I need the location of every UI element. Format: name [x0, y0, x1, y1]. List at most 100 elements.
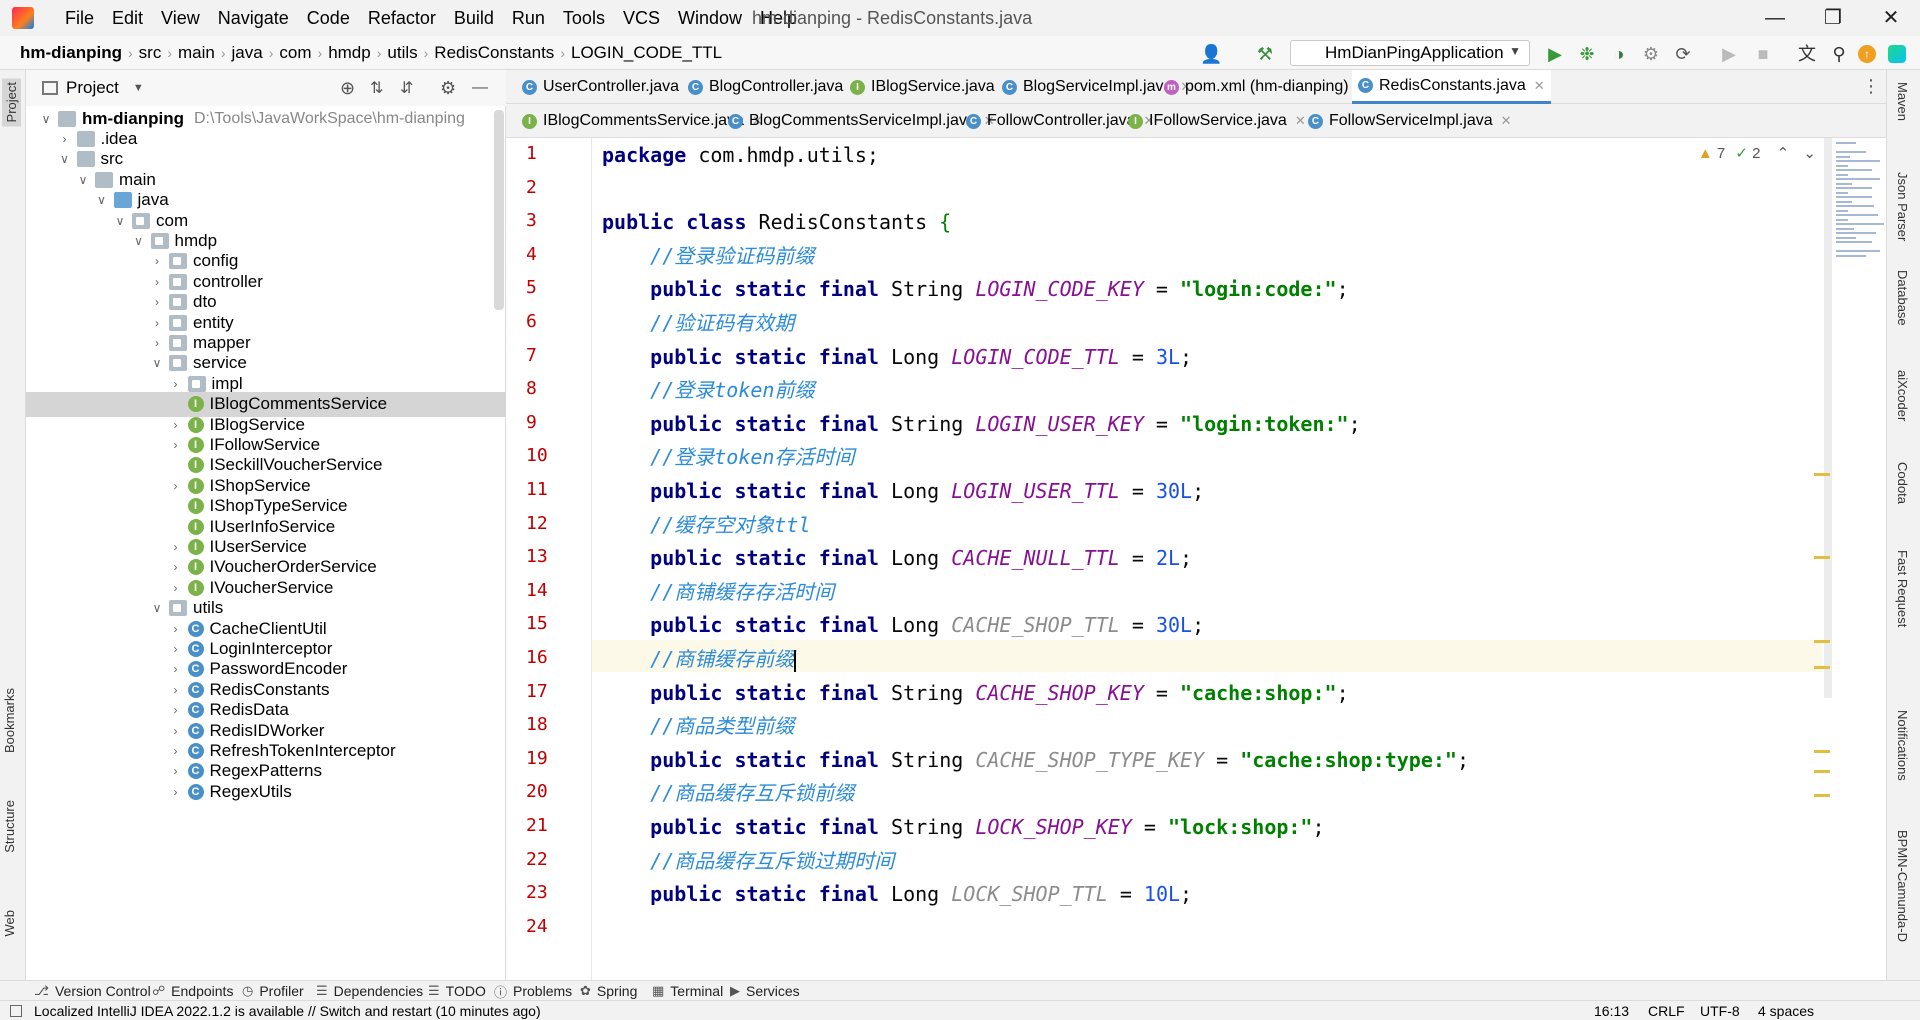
code-line[interactable]: public static final String CACHE_SHOP_TY… [602, 745, 1469, 775]
resume-icon[interactable]: ▶ [1718, 43, 1740, 65]
code-line[interactable]: //登录验证码前缀 [602, 241, 814, 271]
code-line[interactable]: public static final Long CACHE_NULL_TTL … [602, 543, 1192, 573]
warning-stripe-mark[interactable] [1814, 666, 1830, 669]
tool-window-dependencies[interactable]: ☰ Dependencies [316, 981, 423, 1001]
warning-stripe-mark[interactable] [1814, 794, 1830, 797]
code-minimap[interactable] [1834, 138, 1886, 298]
code-line[interactable]: //验证码有效期 [602, 308, 794, 338]
chevron-down-icon[interactable]: ∨ [149, 601, 165, 615]
menu-file[interactable]: File [56, 8, 103, 29]
chevron-right-icon[interactable]: › [168, 560, 184, 574]
code-line[interactable]: public static final String LOCK_SHOP_KEY… [602, 812, 1324, 842]
code-line[interactable]: //登录token存活时间 [602, 442, 854, 472]
code-line[interactable]: public static final Long CACHE_SHOP_TTL … [602, 610, 1204, 640]
run-configuration-select[interactable]: HmDianPingApplication ▼ [1290, 40, 1530, 66]
build-hammer-icon[interactable]: ⚒ [1254, 43, 1276, 65]
bookmarks-tool-button[interactable]: Bookmarks [2, 688, 17, 753]
menu-run[interactable]: Run [503, 8, 554, 29]
breadcrumb-item[interactable]: src [133, 43, 168, 63]
code-line[interactable]: public static final Long LOGIN_USER_TTL … [602, 476, 1204, 506]
menu-refactor[interactable]: Refactor [359, 8, 445, 29]
code-line[interactable]: //商铺缓存前缀 [602, 644, 797, 674]
codota-tool-button[interactable]: Codota [1895, 462, 1910, 504]
run-icon[interactable]: ▶ [1544, 43, 1566, 65]
web-tool-button[interactable]: Web [2, 910, 17, 937]
fast-request-tool-button[interactable]: Fast Request [1895, 550, 1910, 627]
warning-stripe-mark[interactable] [1814, 770, 1830, 773]
tab-options-icon[interactable]: ⋮ [1862, 76, 1880, 97]
structure-tool-button[interactable]: Structure [2, 800, 17, 853]
chevron-right-icon[interactable]: › [168, 581, 184, 595]
chevron-up-icon[interactable]: ⌃ [1777, 145, 1790, 162]
chevron-right-icon[interactable]: › [168, 479, 184, 493]
code-line[interactable]: //商铺缓存存活时间 [602, 577, 834, 607]
hide-panel-icon[interactable]: — [472, 79, 488, 97]
warning-stripe-mark[interactable] [1814, 750, 1830, 753]
editor-tab[interactable]: C BlogCommentsServiceImpl.java ✕ [722, 104, 1001, 138]
tool-window-services[interactable]: ▶ Services [730, 981, 800, 1001]
more-run-icon[interactable]: ⟳ [1672, 43, 1694, 65]
tool-window-version-control[interactable]: ⎇ Version Control [34, 981, 151, 1001]
chevron-down-icon[interactable]: ∨ [38, 112, 54, 126]
tool-window-profiler[interactable]: ◷ Profiler [242, 981, 304, 1001]
close-icon[interactable]: ✕ [1501, 113, 1512, 129]
coverage-icon[interactable]: ◑ [1608, 43, 1630, 65]
tool-window-terminal[interactable]: ▦ Terminal [652, 981, 723, 1001]
editor-tab[interactable]: IIBlogService.java✕ [844, 70, 1020, 104]
code-line[interactable]: //商品缓存互斥锁前缀 [602, 778, 854, 808]
inspection-widget[interactable]: ▲ 7 ✓ 2 ⌃ ⌄ [1698, 144, 1816, 162]
status-message[interactable]: Localized IntelliJ IDEA 2022.1.2 is avai… [34, 1001, 541, 1020]
code-line[interactable]: public static final Long LOCK_SHOP_TTL =… [602, 879, 1192, 909]
notifications-tool-button[interactable]: Notifications [1895, 710, 1910, 781]
menu-code[interactable]: Code [298, 8, 359, 29]
chevron-right-icon[interactable]: › [149, 295, 165, 309]
collapse-all-icon[interactable]: ⇵ [400, 78, 413, 98]
menu-window[interactable]: Window [669, 8, 751, 29]
chevron-down-icon[interactable]: ∨ [75, 173, 91, 187]
breadcrumb-item[interactable]: hm-dianping [14, 43, 128, 63]
breadcrumb-item[interactable]: hmdp [322, 43, 377, 63]
editor-tab[interactable]: C RedisConstants.java ✕ [1352, 70, 1551, 104]
breadcrumb-item[interactable]: RedisConstants [428, 43, 560, 63]
warning-stripe-mark[interactable] [1814, 640, 1830, 643]
breadcrumb-item[interactable]: java [226, 43, 269, 63]
file-encoding[interactable]: UTF-8 [1700, 1001, 1740, 1020]
aixcoder-tool-button[interactable]: aiXcoder [1895, 370, 1910, 421]
project-panel-title[interactable]: Project [66, 78, 119, 98]
translate-icon[interactable]: 文 [1796, 43, 1818, 65]
editor-tab[interactable]: CBlogController.java✕ [682, 70, 868, 104]
chevron-down-icon[interactable]: ∨ [149, 356, 165, 370]
menu-build[interactable]: Build [445, 8, 503, 29]
json-parser-tool-button[interactable]: Json Parser [1895, 172, 1910, 241]
menu-view[interactable]: View [152, 8, 209, 29]
chevron-right-icon[interactable]: › [149, 316, 165, 330]
chevron-right-icon[interactable]: › [168, 438, 184, 452]
locate-icon[interactable]: ⊕ [340, 78, 355, 99]
tool-window-spring[interactable]: ✿ Spring [580, 981, 637, 1001]
profile-icon[interactable]: ⚙ [1640, 43, 1662, 65]
editor-tab[interactable]: CUserController.java✕ [516, 70, 704, 104]
chevron-right-icon[interactable]: › [57, 132, 73, 146]
expand-all-icon[interactable]: ⇅ [370, 78, 383, 98]
stop-icon[interactable]: ■ [1752, 43, 1774, 65]
chevron-right-icon[interactable]: › [168, 785, 184, 799]
maven-tool-button[interactable]: Maven [1895, 82, 1910, 121]
bpmn-camunda-tool-button[interactable]: BPMN-Camunda-D [1895, 830, 1910, 942]
jetbrains-toolbox-icon[interactable] [1888, 45, 1906, 63]
tree-scrollbar[interactable] [494, 110, 504, 310]
chevron-right-icon[interactable]: › [149, 336, 165, 350]
line-separator[interactable]: CRLF [1648, 1001, 1685, 1020]
code-line[interactable]: public static final String CACHE_SHOP_KE… [602, 678, 1348, 708]
chevron-right-icon[interactable]: › [168, 540, 184, 554]
tree-item[interactable]: › C RegexUtils [26, 779, 506, 804]
tool-window-todo[interactable]: ☰ TODO [428, 981, 486, 1001]
chevron-right-icon[interactable]: › [168, 744, 184, 758]
user-icon[interactable]: 👤 [1200, 43, 1222, 65]
debug-icon[interactable]: ❉ [1576, 43, 1598, 65]
chevron-down-icon[interactable]: ∨ [57, 152, 73, 166]
editor-tab[interactable]: I IFollowService.java ✕ [1122, 104, 1312, 138]
warning-stripe-mark[interactable] [1814, 473, 1830, 476]
chevron-right-icon[interactable]: › [168, 683, 184, 697]
chevron-right-icon[interactable]: › [168, 642, 184, 656]
chevron-right-icon[interactable]: › [168, 703, 184, 717]
